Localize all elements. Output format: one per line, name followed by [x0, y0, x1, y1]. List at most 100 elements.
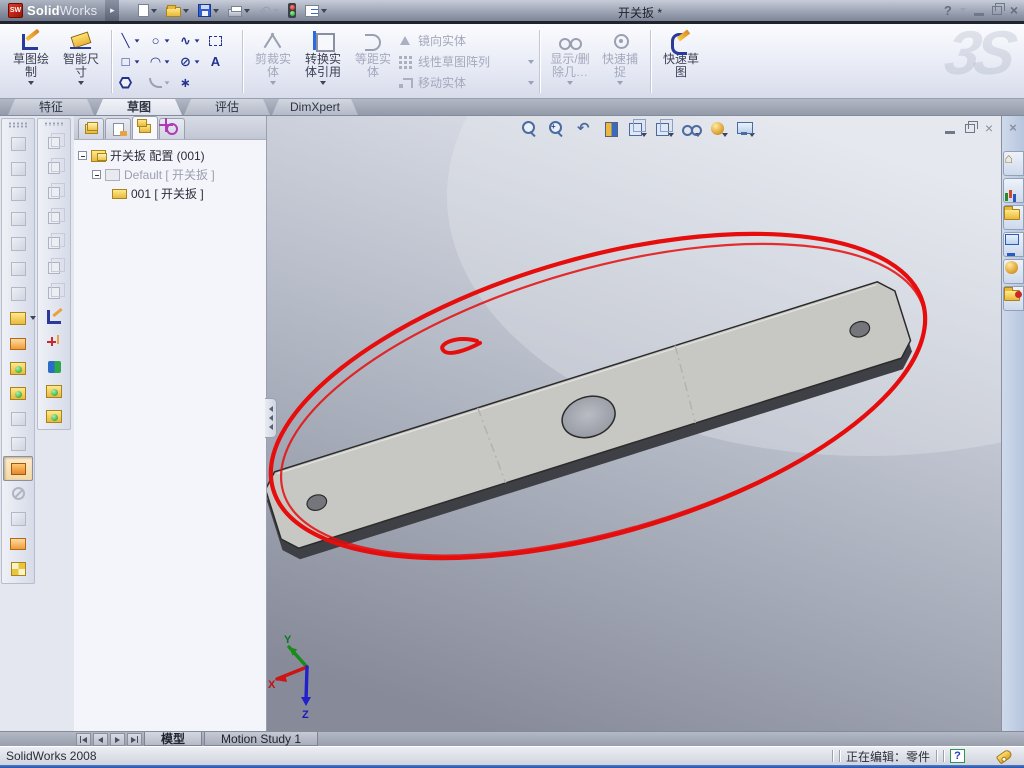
home-tab[interactable]: [1002, 150, 1024, 176]
hem-tool[interactable]: [3, 231, 33, 256]
fillet-tool[interactable]: [147, 73, 177, 92]
quick-tips-button[interactable]: ?: [950, 749, 965, 763]
tree-row-root[interactable]: 开关扳 配置 (001): [78, 146, 262, 165]
motion-study-tab[interactable]: Motion Study 1: [204, 732, 319, 746]
polygon-tool[interactable]: [117, 73, 147, 92]
undo-button[interactable]: ↶: [256, 3, 282, 19]
last-tab-button[interactable]: [127, 733, 142, 746]
appearances-button[interactable]: [709, 119, 728, 137]
previous-view-button[interactable]: [574, 119, 593, 137]
restore-button[interactable]: [991, 2, 1005, 15]
arc-tool[interactable]: ◠: [147, 52, 177, 71]
configurationmanager-tab[interactable]: [132, 116, 158, 139]
dropdown-icon[interactable]: [164, 59, 170, 64]
flatten-tool[interactable]: [3, 456, 33, 481]
dropdown-icon[interactable]: [194, 59, 200, 64]
isometric-view-tool[interactable]: [39, 279, 69, 304]
toolbar-grip[interactable]: [44, 122, 64, 126]
trim-entities-button[interactable]: 剪裁实体: [248, 27, 298, 96]
convert-entities-button[interactable]: 转换实体引用: [298, 27, 348, 96]
left-view-tool[interactable]: [39, 179, 69, 204]
task-pane-close-button[interactable]: ×: [1009, 120, 1017, 135]
dropdown-icon[interactable]: [78, 81, 84, 85]
edge-flange-tool[interactable]: [3, 181, 33, 206]
print-button[interactable]: [225, 4, 253, 18]
top-view-tool[interactable]: [39, 229, 69, 254]
text-tool[interactable]: A: [207, 52, 237, 71]
dropdown-icon[interactable]: [28, 81, 34, 85]
smart-dimension-button[interactable]: 智能尺寸: [56, 27, 106, 96]
tree-row-default-config[interactable]: Default [ 开关扳 ]: [92, 165, 262, 184]
zoom-to-area-button[interactable]: +: [547, 119, 566, 137]
sketch-toggle-tool[interactable]: [39, 304, 69, 329]
file-explorer-tab[interactable]: [1002, 232, 1024, 257]
3d-sketch-tool[interactable]: [39, 329, 69, 354]
scene-button[interactable]: [736, 119, 755, 137]
sketched-bend-tool[interactable]: [3, 281, 33, 306]
point-tool[interactable]: ∗: [177, 73, 207, 92]
back-view-tool[interactable]: [39, 154, 69, 179]
dropdown-icon[interactable]: [194, 38, 200, 43]
collapse-icon[interactable]: [78, 151, 87, 160]
bottom-view-tool[interactable]: [39, 254, 69, 279]
help-dropdown-icon[interactable]: [959, 8, 966, 12]
tab-features[interactable]: 特征: [8, 99, 94, 115]
box-select-tool[interactable]: [207, 31, 237, 50]
extruded-cut-tool[interactable]: [3, 356, 33, 381]
sketch-button[interactable]: 草图绘制: [6, 27, 56, 96]
view-palette-tab[interactable]: [1002, 259, 1024, 284]
closed-corner-tool[interactable]: [3, 306, 36, 331]
sheet-metal-library-tool[interactable]: [3, 556, 33, 581]
quick-snaps-button[interactable]: 快速捕捉: [595, 27, 645, 96]
3d-scene[interactable]: Y X Z: [267, 116, 1001, 731]
move-copy-tool[interactable]: [39, 354, 69, 379]
section-view-button[interactable]: [601, 119, 620, 137]
ellipse-tool[interactable]: ⊘: [177, 52, 207, 71]
jog-tool[interactable]: [3, 256, 33, 281]
rip-tool[interactable]: [3, 506, 33, 531]
tab-sketch[interactable]: 草图: [96, 99, 182, 115]
rebuild-button[interactable]: [285, 2, 299, 19]
graphics-viewport[interactable]: Y X Z + ×: [265, 116, 1001, 731]
right-view-tool[interactable]: [39, 204, 69, 229]
move-entities-button[interactable]: 移动实体: [398, 74, 534, 91]
new-document-button[interactable]: [135, 3, 160, 18]
options-button[interactable]: [302, 4, 330, 18]
appearances-scenes-tab[interactable]: [1002, 286, 1024, 311]
fold-tool[interactable]: [3, 431, 33, 456]
offset-entities-button[interactable]: 等距实体: [348, 27, 398, 96]
design-library-tab[interactable]: [1002, 205, 1024, 230]
panel-collapse-handle[interactable]: [265, 398, 277, 438]
rapid-sketch-button[interactable]: 快速草图: [656, 27, 706, 96]
circle-tool[interactable]: ○: [147, 31, 177, 50]
doc-minimize-button[interactable]: [944, 130, 955, 134]
doc-close-button[interactable]: ×: [985, 120, 993, 136]
convert-entities-side-tool[interactable]: [39, 379, 69, 404]
linear-sketch-pattern-button[interactable]: 线性草图阵列: [398, 53, 534, 70]
tab-evaluate[interactable]: 评估: [184, 99, 270, 115]
forming-tool[interactable]: [3, 331, 33, 356]
dropdown-icon[interactable]: [164, 38, 170, 43]
help-button[interactable]: ?: [944, 3, 952, 18]
solidworks-resources-tab[interactable]: [1002, 178, 1024, 203]
zoom-to-fit-button[interactable]: [520, 119, 539, 137]
open-button[interactable]: [163, 3, 192, 18]
dropdown-icon[interactable]: [164, 80, 170, 85]
view-orientation-button[interactable]: [628, 119, 647, 137]
dropdown-icon[interactable]: [134, 38, 140, 43]
toolbar-grip[interactable]: [8, 122, 28, 128]
tag-icon[interactable]: [995, 748, 1014, 764]
minimize-button[interactable]: [973, 12, 984, 16]
doc-restore-button[interactable]: [964, 120, 978, 133]
close-button[interactable]: ×: [1010, 2, 1018, 18]
model-tab[interactable]: 模型: [144, 732, 203, 746]
tree-row-derived-config[interactable]: 001 [ 开关扳 ]: [112, 184, 262, 203]
line-tool[interactable]: ╲: [117, 31, 147, 50]
unfold-tool[interactable]: [3, 406, 33, 431]
menu-expand-arrow[interactable]: ▸: [105, 0, 120, 21]
propertymanager-tab[interactable]: [105, 118, 131, 139]
next-tab-button[interactable]: [110, 733, 125, 746]
insert-bends-tool[interactable]: [3, 131, 33, 156]
miter-flange-tool[interactable]: [3, 206, 33, 231]
save-button[interactable]: [195, 3, 222, 18]
